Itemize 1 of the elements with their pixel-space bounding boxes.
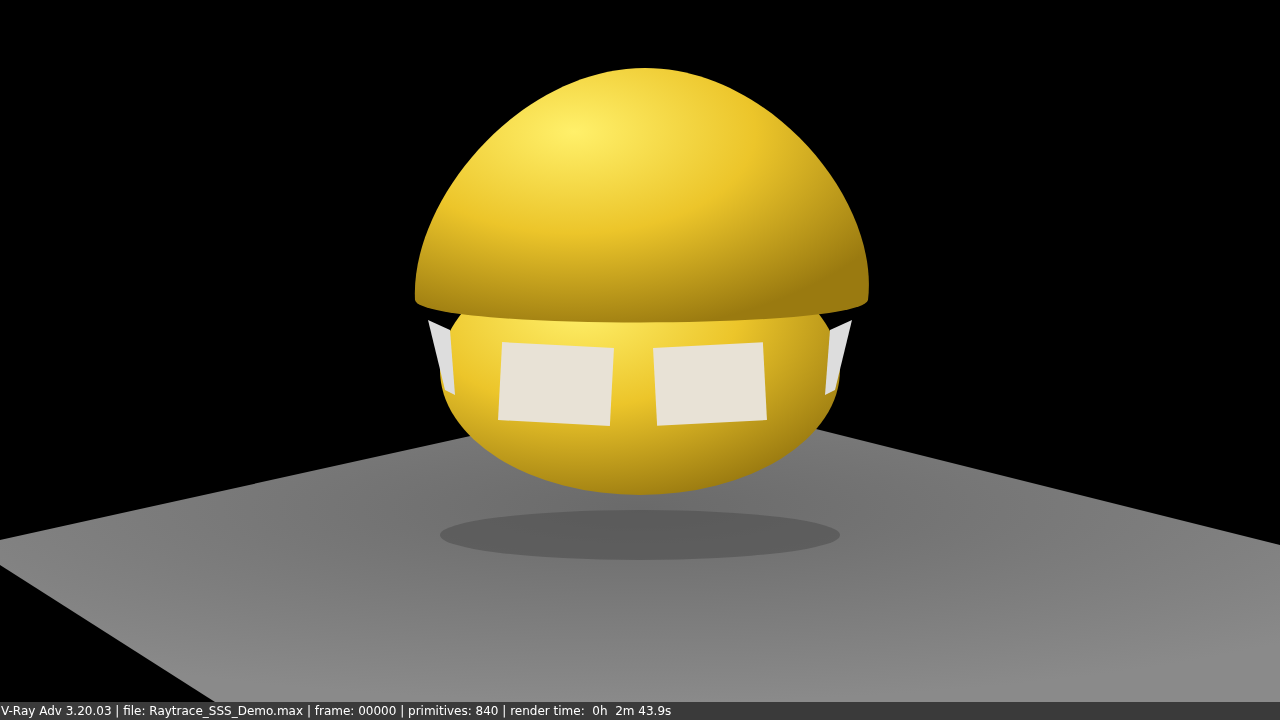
status-bar: V-Ray Adv 3.20.03 | file: Raytrace_SSS_Demo.max | frame: 00000 | primitives: 840 | render time: 0h 2m 43.9s (0, 702, 1280, 720)
